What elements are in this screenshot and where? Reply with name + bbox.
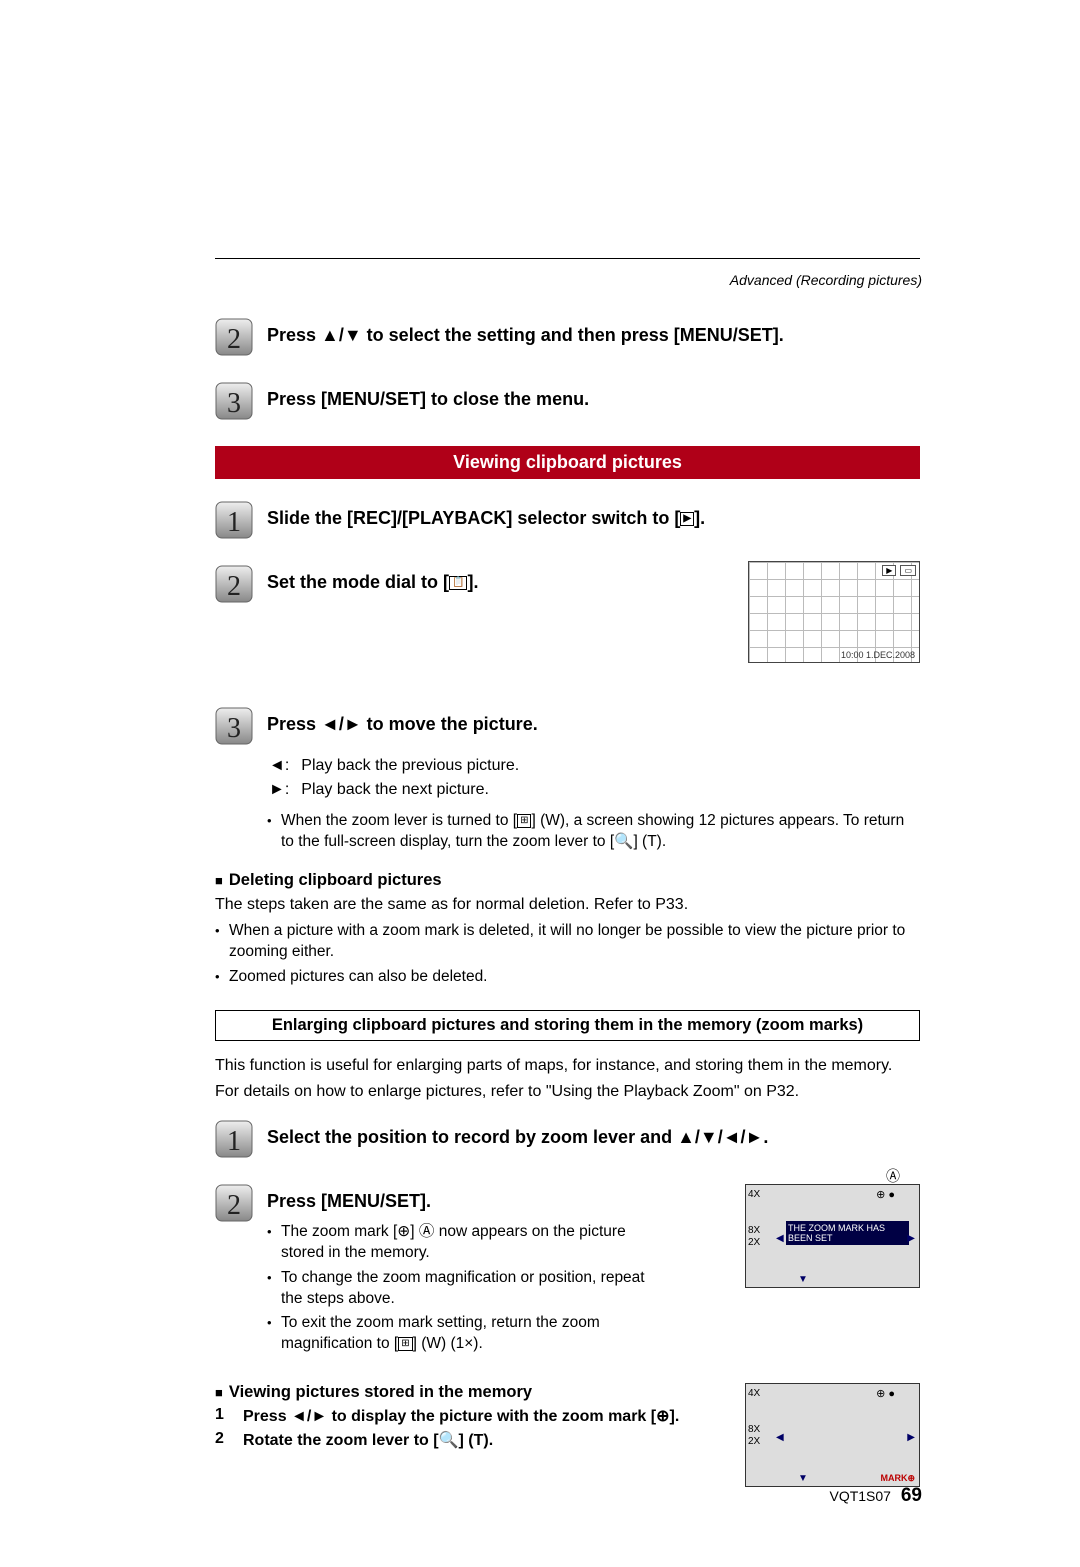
zoom-scale: 4X 8X 2X: [748, 1189, 760, 1249]
svg-text:2: 2: [227, 1190, 241, 1221]
enlarge-step-2: 2 Press [MENU/SET]. The zoom mark [⊕] Ⓐ …: [215, 1184, 735, 1359]
section-header: Advanced (Recording pictures): [730, 272, 922, 288]
step-number-2-icon: 2: [215, 318, 253, 356]
step-number-3-icon: 3: [215, 707, 253, 745]
substep-1: 1 Press ◄/► to display the picture with …: [215, 1406, 735, 1426]
enlarge-intro-1: This function is useful for enlarging pa…: [215, 1055, 920, 1077]
zoom-pin-icon: ⊕ ●: [876, 1387, 895, 1400]
view-step-3-title: Press ◄/► to move the picture.: [267, 713, 920, 736]
svg-text:2: 2: [227, 571, 241, 602]
battery-icon: ▭: [900, 565, 916, 576]
clipboard-mode-icon: 📋: [449, 576, 467, 590]
manual-code: VQT1S07: [829, 1488, 890, 1504]
deleting-heading: ■Deleting clipboard pictures: [215, 871, 920, 890]
zoom-scale: 4X 8X 2X: [748, 1388, 760, 1448]
view-step-3: 3 Press ◄/► to move the picture.: [215, 707, 920, 745]
play-icon: ▶: [680, 512, 694, 526]
annotation-A: Ⓐ: [886, 1166, 900, 1186]
step-3-title: Press [MENU/SET] to close the menu.: [267, 388, 920, 411]
enlarge-step-1: 1 Select the position to record by zoom …: [215, 1120, 920, 1158]
view-step-1-title: Slide the [REC]/[PLAYBACK] selector swit…: [267, 507, 920, 530]
grid-icon: ⊞: [517, 814, 531, 828]
play-chip-icon: ▶: [882, 565, 896, 576]
lcd-timestamp: 10:00 1.DEC.2008: [749, 650, 919, 660]
svg-text:1: 1: [227, 1126, 241, 1157]
mark-label: MARK⊕: [880, 1473, 915, 1484]
step-number-2-icon: 2: [215, 1184, 253, 1222]
svg-text:3: 3: [227, 388, 241, 419]
zoom-lcd-1: Ⓐ 4X 8X 2X ⊕ ● THE ZOOM MARK HAS BEEN SE…: [745, 1184, 920, 1288]
zoom-lcd-2: 4X 8X 2X ⊕ ● MARK⊕ ◀ ▶ ▼: [745, 1383, 920, 1487]
lcd-preview-map: ▶ ▭ 10:00 1.DEC.2008: [748, 561, 920, 663]
zoom-pin-icon: ⊕ ●: [876, 1188, 895, 1201]
view-step-2-title: Set the mode dial to [📋].: [267, 571, 738, 594]
page-footer: VQT1S07 69: [829, 1485, 922, 1507]
svg-text:2: 2: [227, 324, 241, 355]
step-2-title: Press ▲/▼ to select the setting and then…: [267, 324, 920, 347]
grid-icon: ⊞: [398, 1337, 412, 1351]
enlarge-intro-2: For details on how to enlarge pictures, …: [215, 1081, 920, 1103]
enlarge-step-1-title: Select the position to record by zoom le…: [267, 1126, 920, 1149]
step-number-1-icon: 1: [215, 1120, 253, 1158]
magnifier-icon: 🔍: [614, 833, 633, 850]
step-number-3-icon: 3: [215, 382, 253, 420]
svg-text:3: 3: [227, 713, 241, 744]
zoom-set-message: THE ZOOM MARK HAS BEEN SET: [786, 1221, 909, 1245]
zoom-note: When the zoom lever is turned to [⊞] (W)…: [267, 811, 920, 853]
view-step-2: 2 Set the mode dial to [📋].: [215, 565, 738, 603]
arrow-definitions: ◄:Play back the previous picture. ►:Play…: [267, 753, 531, 803]
deleting-notes: When a picture with a zoom mark is delet…: [215, 921, 920, 988]
step-number-1-icon: 1: [215, 501, 253, 539]
step-number-2-icon: 2: [215, 565, 253, 603]
step-3-close-menu: 3 Press [MENU/SET] to close the menu.: [215, 382, 920, 420]
zoom-mark-icon: ⊕: [656, 1408, 669, 1425]
enlarge-step-2-notes: The zoom mark [⊕] Ⓐ now appears on the p…: [267, 1222, 647, 1356]
svg-text:1: 1: [227, 507, 241, 538]
page-number: 69: [901, 1485, 922, 1506]
view-step-1: 1 Slide the [REC]/[PLAYBACK] selector sw…: [215, 501, 920, 539]
substep-2: 2 Rotate the zoom lever to [🔍] (T).: [215, 1430, 735, 1450]
magnifier-icon: 🔍: [439, 1432, 459, 1449]
deleting-body: The steps taken are the same as for norm…: [215, 894, 920, 916]
enlarging-box-title: Enlarging clipboard pictures and storing…: [215, 1010, 920, 1041]
zoom-mark-icon: ⊕: [397, 1223, 410, 1240]
step-2-select-setting: 2 Press ▲/▼ to select the setting and th…: [215, 318, 920, 356]
section-bar-viewing: Viewing clipboard pictures: [215, 446, 920, 479]
enlarge-step-2-title: Press [MENU/SET].: [267, 1190, 735, 1213]
